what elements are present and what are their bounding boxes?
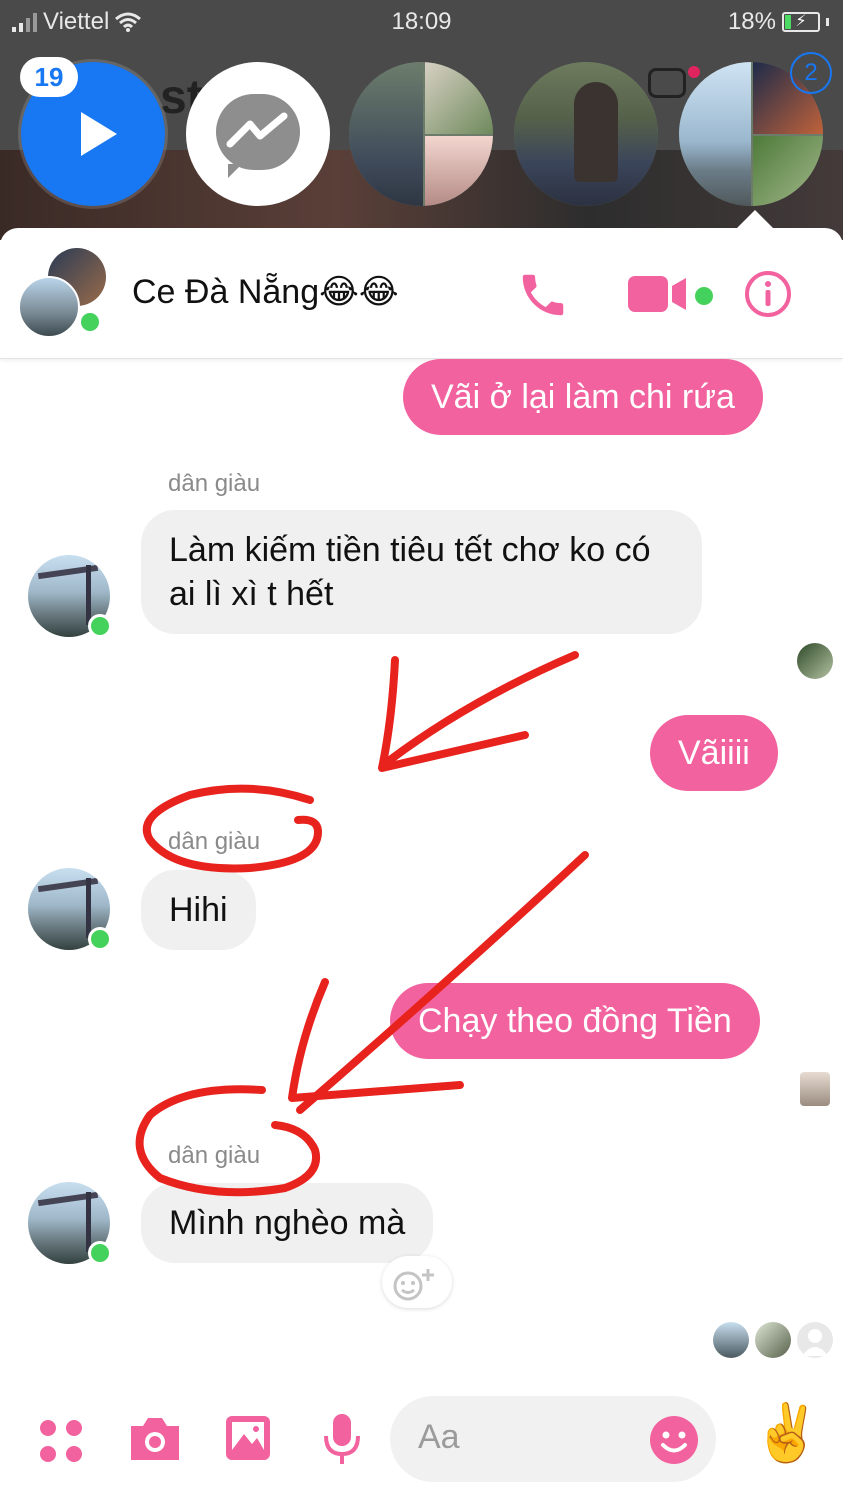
play-icon xyxy=(81,112,117,156)
info-icon[interactable] xyxy=(744,270,792,318)
phone-icon[interactable] xyxy=(516,268,570,322)
video-online-dot xyxy=(692,284,716,308)
sender-name: dân giàu xyxy=(168,828,261,855)
message-in-2[interactable]: Hihi xyxy=(141,870,256,950)
chat-title[interactable]: Ce Đà Nẵng😂😂 xyxy=(132,272,399,312)
clock: 18:09 xyxy=(391,8,452,35)
message-in-3[interactable]: Mình nghèo mà xyxy=(141,1183,434,1263)
messenger-chat-head[interactable] xyxy=(186,62,330,206)
online-indicator xyxy=(88,927,112,951)
online-indicator xyxy=(88,1241,112,1265)
message-out-1[interactable]: Vãi ở lại làm chi rứa xyxy=(403,359,763,435)
read-receipt-avatar-placeholder xyxy=(797,1322,833,1358)
message-input[interactable]: Aa xyxy=(390,1396,716,1482)
chat-header: Ce Đà Nẵng😂😂 xyxy=(0,228,843,359)
app-root: st Viettel 18:09 18% ⚡ 19 2 Ce Đà Nẵng😂😂… xyxy=(0,0,843,1499)
video-icon[interactable] xyxy=(626,272,690,316)
apps-icon[interactable] xyxy=(38,1418,84,1464)
online-indicator xyxy=(78,310,102,334)
sender-name: dân giàu xyxy=(168,1142,261,1169)
camera-icon[interactable] xyxy=(127,1414,183,1464)
message-out-2[interactable]: Vãiiii xyxy=(650,715,778,791)
unread-badge: 19 xyxy=(20,57,78,97)
battery-group: 18% ⚡ xyxy=(728,8,829,36)
emoji-icon[interactable] xyxy=(648,1414,700,1466)
status-bar: Viettel 18:09 18% ⚡ xyxy=(0,0,843,44)
message-in-1[interactable]: Làm kiếm tiền tiêu tết chơ ko có ai lì x… xyxy=(141,510,702,634)
battery-percent: 18% xyxy=(727,8,776,35)
secondary-badge: 2 xyxy=(790,52,832,94)
microphone-icon[interactable] xyxy=(322,1412,362,1468)
message-out-3[interactable]: Chạy theo đồng Tiền xyxy=(390,983,760,1059)
read-receipt-avatar xyxy=(755,1322,791,1358)
victory-hand-button[interactable]: ✌️ xyxy=(752,1398,822,1468)
online-indicator xyxy=(88,614,112,638)
read-receipt-avatar xyxy=(797,643,833,679)
messenger-bolt-icon xyxy=(226,112,288,148)
add-reaction-button[interactable] xyxy=(382,1256,452,1308)
battery-icon: ⚡ xyxy=(782,12,820,32)
group-chat-head-1[interactable] xyxy=(349,62,493,206)
composer-bar: Aa ✌️ xyxy=(0,1380,843,1499)
group-avatar[interactable] xyxy=(18,248,108,338)
chat-head-pointer xyxy=(737,210,773,228)
message-input-placeholder: Aa xyxy=(418,1418,460,1456)
add-reaction-icon xyxy=(393,1269,434,1301)
read-receipt-avatar xyxy=(713,1322,749,1358)
read-receipt-avatar xyxy=(800,1072,830,1106)
sender-name: dân giàu xyxy=(168,470,261,497)
gallery-icon[interactable] xyxy=(224,1414,272,1462)
group-chat-head-2[interactable] xyxy=(514,62,658,206)
